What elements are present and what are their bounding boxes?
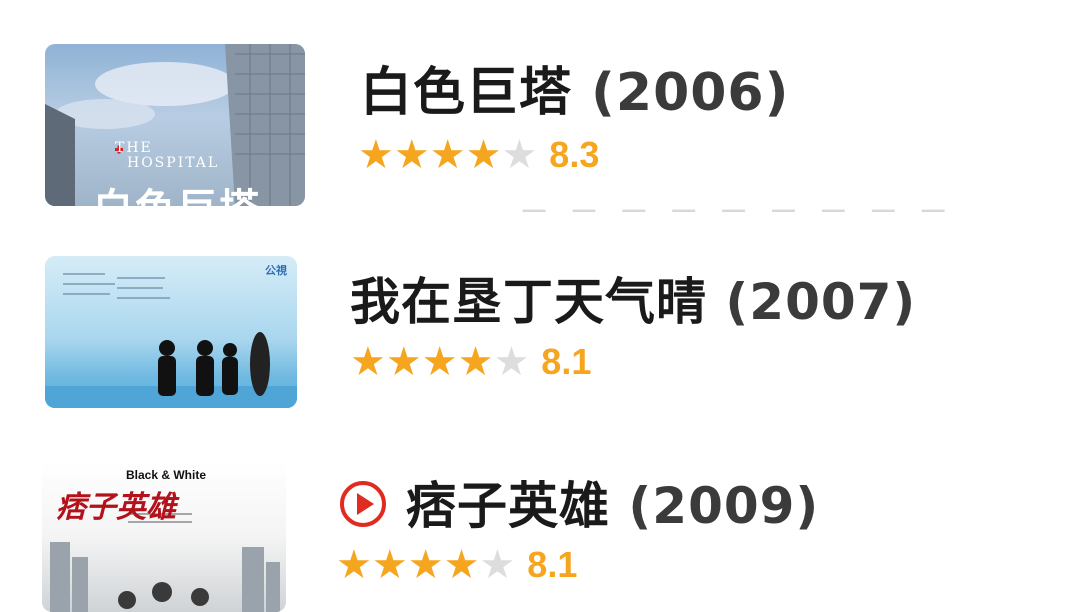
rating-score: 8.1 bbox=[541, 341, 592, 382]
poster-cn-title: 白色巨塔 bbox=[93, 176, 261, 206]
star-empty-icon: ★ bbox=[493, 339, 530, 385]
poster-art bbox=[45, 273, 297, 408]
item-title[interactable]: 痞子英雄 (2009) bbox=[338, 466, 819, 541]
year-text: (2007) bbox=[725, 273, 917, 331]
list-item[interactable]: 公視 我在垦丁天气晴 (2007) ★ ★ ★ ★ ★ 8.1 bbox=[0, 240, 1080, 430]
rating-score: 8.1 bbox=[527, 544, 578, 585]
star-icon: ★ bbox=[457, 339, 494, 385]
rating-score: 8.3 bbox=[549, 134, 600, 175]
poster-image[interactable]: Black & White 痞子英雄 bbox=[42, 462, 286, 612]
poster-en-title-2: HOSPITAL bbox=[127, 155, 220, 171]
year-text: (2006) bbox=[591, 63, 790, 123]
poster-image[interactable]: THE HOSPITAL 白色巨塔 bbox=[45, 44, 305, 206]
poster-cn-title: 痞子英雄 bbox=[56, 490, 176, 525]
star-icon: ★ bbox=[385, 339, 422, 385]
star-empty-icon: ★ bbox=[479, 542, 516, 588]
star-icon: ★ bbox=[393, 132, 430, 178]
list-item[interactable]: Black & White 痞子英雄 痞子英雄 (2009) ★ ★ ★ ★ ★… bbox=[0, 450, 1080, 612]
star-icon: ★ bbox=[421, 339, 458, 385]
rating-row: ★ ★ ★ ★ ★ 8.1 bbox=[336, 544, 577, 586]
list-item[interactable]: THE HOSPITAL 白色巨塔 白色巨塔 (2006) ★ ★ ★ ★ ★ … bbox=[0, 0, 1080, 210]
title-text: 我在垦丁天气晴 bbox=[350, 273, 707, 331]
star-icon: ★ bbox=[443, 542, 480, 588]
star-empty-icon: ★ bbox=[501, 132, 538, 178]
poster-brand: Black & White bbox=[126, 468, 207, 482]
poster-badge: 公視 bbox=[265, 264, 287, 277]
star-icon: ★ bbox=[465, 132, 502, 178]
play-icon[interactable] bbox=[338, 479, 388, 541]
poster-en-title-1: THE bbox=[115, 140, 153, 156]
title-text: 痞子英雄 bbox=[406, 477, 610, 535]
clipped-text-fragment: ▬ ▬ ▬ ▬ ▬ ▬ ▬ ▬ ▬ bbox=[520, 196, 1060, 212]
star-icon: ★ bbox=[429, 132, 466, 178]
star-icon: ★ bbox=[371, 542, 408, 588]
star-icon: ★ bbox=[336, 542, 372, 588]
poster-image[interactable]: 公視 bbox=[45, 256, 297, 408]
title-text: 白色巨塔 bbox=[360, 63, 573, 123]
star-icon: ★ bbox=[350, 339, 386, 385]
item-title[interactable]: 我在垦丁天气晴 (2007) bbox=[350, 262, 916, 334]
star-icon: ★ bbox=[407, 542, 444, 588]
rating-row: ★ ★ ★ ★ ★ 8.1 bbox=[350, 341, 591, 383]
rating-row: ★ ★ ★ ★ ★ 8.3 bbox=[358, 134, 599, 176]
star-icon: ★ bbox=[358, 132, 394, 178]
item-title[interactable]: 白色巨塔 (2006) bbox=[360, 50, 789, 125]
year-text: (2009) bbox=[628, 477, 820, 535]
